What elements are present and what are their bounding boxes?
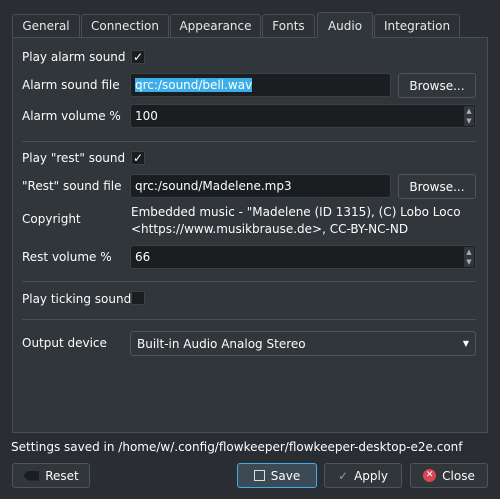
spin-arrows-icon[interactable]: ▲ ▼ <box>464 106 474 126</box>
tab-connection[interactable]: Connection <box>81 14 169 37</box>
apply-label: Apply <box>354 468 388 483</box>
alarm-volume-spinbox[interactable]: 100 ▲ ▼ <box>130 104 476 128</box>
rest-volume-label: Rest volume % <box>22 250 112 264</box>
tab-general[interactable]: General <box>12 14 80 37</box>
reset-label: Reset <box>45 468 79 483</box>
separator <box>22 319 476 320</box>
reset-button[interactable]: Reset <box>12 463 90 488</box>
rest-file-input[interactable]: qrc:/sound/Madelene.mp3 <box>130 174 391 198</box>
play-alarm-label: Play alarm sound <box>22 50 126 64</box>
close-icon: ✕ <box>423 469 437 482</box>
copyright-label: Copyright <box>22 212 81 226</box>
tab-appearance[interactable]: Appearance <box>170 14 261 37</box>
alarm-browse-button[interactable]: Browse... <box>398 73 476 98</box>
tab-integration[interactable]: Integration <box>374 14 460 37</box>
rest-file-label: "Rest" sound file <box>22 179 122 193</box>
backspace-icon <box>23 470 40 481</box>
separator <box>22 281 476 282</box>
output-device-value: Built-in Audio Analog Stereo <box>137 336 306 351</box>
play-rest-label: Play "rest" sound <box>22 151 126 165</box>
alarm-file-label: Alarm sound file <box>22 78 120 92</box>
spin-arrows-icon[interactable]: ▲ ▼ <box>464 247 474 267</box>
chevron-down-icon: ▼ <box>462 339 469 348</box>
status-text: Settings saved in /home/w/.config/flowke… <box>11 440 463 454</box>
play-ticking-checkbox[interactable] <box>131 291 145 305</box>
save-icon <box>253 470 265 481</box>
alarm-volume-label: Alarm volume % <box>22 109 121 123</box>
apply-button[interactable]: ✓ Apply <box>324 463 402 488</box>
output-device-label: Output device <box>22 336 107 350</box>
play-ticking-label: Play ticking sound <box>22 292 132 306</box>
close-label: Close <box>442 468 475 483</box>
save-button[interactable]: Save <box>237 463 317 488</box>
tab-fonts[interactable]: Fonts <box>262 14 315 37</box>
alarm-file-value: qrc:/sound/bell.wav <box>135 78 253 92</box>
check-icon: ✓ <box>338 468 349 483</box>
rest-browse-button[interactable]: Browse... <box>398 174 476 199</box>
save-label: Save <box>270 468 301 483</box>
tab-audio[interactable]: Audio <box>317 12 373 38</box>
rest-volume-spinbox[interactable]: 66 ▲ ▼ <box>130 245 476 269</box>
play-alarm-checkbox[interactable]: ✓ <box>131 50 145 64</box>
output-device-dropdown[interactable]: Built-in Audio Analog Stereo ▼ <box>130 331 476 356</box>
copyright-text: Embedded music - "Madelene (ID 1315), (C… <box>131 205 461 219</box>
copyright-text-2: <https://www.musikbrause.de>, CC-BY-NC-N… <box>131 222 409 236</box>
play-rest-checkbox[interactable]: ✓ <box>131 151 145 165</box>
alarm-file-input[interactable]: qrc:/sound/bell.wav <box>130 73 391 97</box>
close-button[interactable]: ✕ Close <box>410 463 488 488</box>
separator <box>22 141 476 142</box>
rest-volume-value: 66 <box>135 250 151 264</box>
alarm-volume-value: 100 <box>135 109 158 123</box>
